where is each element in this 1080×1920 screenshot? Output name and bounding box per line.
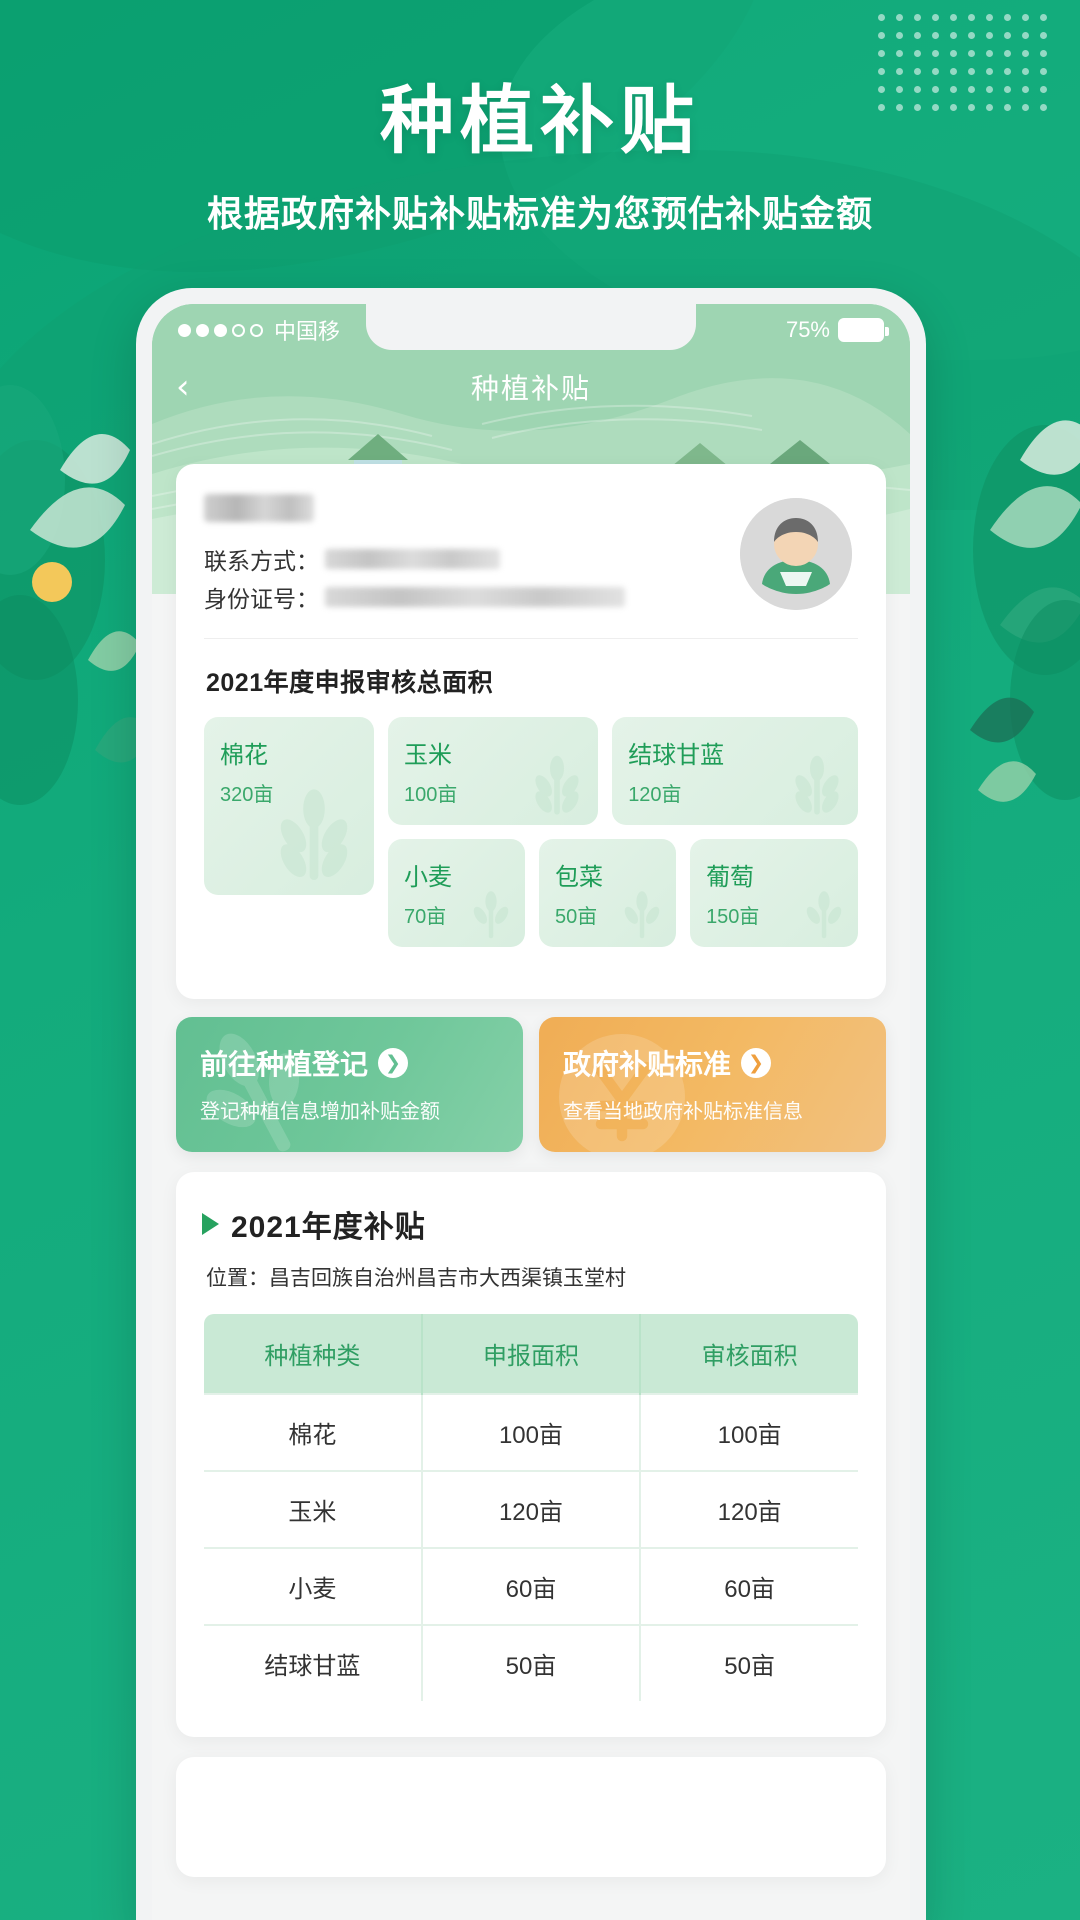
- location-value: 昌吉回族自治州昌吉市大西渠镇玉堂村: [269, 1267, 626, 1290]
- subsidy-section-card: 2021年度补贴 位置：昌吉回族自治州昌吉市大西渠镇玉堂村 种植种类 申报面积 …: [176, 1172, 886, 1737]
- hero-text-block: 种植补贴 根据政府补贴补贴标准为您预估补贴金额: [0, 78, 1080, 237]
- app-scroll-body[interactable]: 联系方式： 身份证号： 2021年度申报审核总面积 棉花 320亩 玉米 100…: [152, 464, 910, 1920]
- status-bar: 中国移 75%: [152, 304, 910, 356]
- leaf-watermark-icon: [206, 1033, 300, 1152]
- crop-name: 小麦: [404, 864, 452, 891]
- crop-tile-corn[interactable]: 玉米 100亩: [388, 717, 599, 825]
- cell-crop-type: 棉花: [204, 1393, 423, 1471]
- crop-area: 70亩: [404, 906, 447, 928]
- page-subtitle: 根据政府补贴补贴标准为您预估补贴金额: [206, 193, 873, 235]
- page-title: 种植补贴: [380, 79, 700, 162]
- column-header-declared-area: 申报面积: [421, 1314, 642, 1394]
- contact-label: 联系方式：: [204, 548, 319, 574]
- signal-dot-filled: [178, 323, 191, 337]
- carrier-label: 中国移: [274, 319, 341, 344]
- action-subtitle: 登记种植信息增加补贴金额: [200, 1101, 440, 1123]
- crop-row-top: 玉米 100亩 结球甘蓝 120亩: [388, 717, 858, 825]
- cell-crop-type: 小麦: [204, 1547, 423, 1625]
- crop-tile-cabbage[interactable]: 包菜 50亩: [539, 839, 677, 947]
- table-row: 小麦 60亩 60亩: [204, 1547, 858, 1625]
- cell-declared-area: 60亩: [421, 1547, 642, 1625]
- phone-screen: 中国移 75% ‹ 种植补贴 联系方式： 身份证号： 2021年度申报审核总面积…: [152, 304, 910, 1920]
- cell-declared-area: 120亩: [421, 1470, 642, 1548]
- cell-approved-area: 120亩: [640, 1470, 858, 1548]
- subsidy-header: 2021年度补贴: [202, 1202, 860, 1246]
- subsidy-year-title: 2021年度补贴: [231, 1211, 426, 1244]
- crop-tile-wheat[interactable]: 小麦 70亩: [388, 839, 526, 947]
- crop-tile-cotton[interactable]: 棉花 320亩: [204, 717, 374, 895]
- action-title: 政府补贴标准 ❯: [563, 1043, 862, 1083]
- play-triangle-icon: [202, 1213, 219, 1235]
- crop-name: 包菜: [555, 864, 604, 891]
- table-row: 棉花 100亩 100亩: [204, 1393, 858, 1471]
- crop-tile-cabbage-head[interactable]: 结球甘蓝 120亩: [612, 717, 858, 825]
- battery-percent-label: 75%: [785, 317, 830, 342]
- action-button-row: 前往种植登记 ❯ 登记种植信息增加补贴金额 政府补贴标准 ❯ 查看当地政府补贴标…: [176, 1017, 886, 1152]
- signal-dot-filled: [214, 323, 227, 337]
- crop-area: 320亩: [220, 784, 274, 806]
- subsidy-table: 种植种类 申报面积 审核面积 棉花 100亩 100亩 玉米 120亩 120亩…: [202, 1312, 860, 1703]
- cell-declared-area: 50亩: [421, 1624, 642, 1701]
- next-section-card: [176, 1757, 886, 1877]
- crop-area: 100亩: [404, 784, 458, 806]
- table-row: 玉米 120亩 120亩: [204, 1470, 858, 1548]
- areas-section-title: 2021年度申报审核总面积: [206, 669, 494, 697]
- action-subtitle: 查看当地政府补贴标准信息: [563, 1101, 803, 1123]
- crop-area: 50亩: [555, 906, 598, 928]
- crop-column-primary: 棉花 320亩: [204, 717, 374, 947]
- crop-name: 玉米: [404, 742, 452, 769]
- contact-value-redacted: [325, 549, 500, 569]
- status-bar-right: 75%: [785, 317, 889, 343]
- avatar[interactable]: [740, 498, 852, 610]
- cell-approved-area: 100亩: [640, 1393, 858, 1471]
- user-name-redacted: [204, 494, 314, 522]
- column-header-crop-type: 种植种类: [204, 1314, 423, 1394]
- arrow-right-circle-icon: ❯: [378, 1048, 409, 1078]
- subsidy-location: 位置：昌吉回族自治州昌吉市大西渠镇玉堂村: [206, 1262, 860, 1292]
- crop-tile-grid: 棉花 320亩 玉米 100亩 结球甘蓝 120亩 小麦 70亩 包菜 50亩 …: [204, 717, 858, 973]
- cell-crop-type: 玉米: [204, 1470, 423, 1548]
- user-info-card: 联系方式： 身份证号： 2021年度申报审核总面积 棉花 320亩 玉米 100…: [176, 464, 886, 999]
- crop-column-secondary: 玉米 100亩 结球甘蓝 120亩 小麦 70亩 包菜 50亩 葡萄 150亩: [388, 717, 858, 947]
- cell-declared-area: 100亩: [421, 1393, 642, 1471]
- cell-approved-area: 60亩: [640, 1547, 858, 1625]
- crop-tile-grape[interactable]: 葡萄 150亩: [690, 839, 858, 947]
- table-row: 结球甘蓝 50亩 50亩: [204, 1624, 858, 1701]
- cell-approved-area: 50亩: [640, 1624, 858, 1701]
- table-header-row: 种植种类 申报面积 审核面积: [204, 1314, 858, 1394]
- status-bar-left: 中国移: [178, 314, 340, 346]
- go-to-planting-registration-button[interactable]: 前往种植登记 ❯ 登记种植信息增加补贴金额: [176, 1017, 523, 1152]
- nav-bar: ‹ 种植补贴: [152, 356, 910, 418]
- yuan-coin-watermark-icon: [559, 1034, 685, 1152]
- phone-mockup: 中国移 75% ‹ 种植补贴 联系方式： 身份证号： 2021年度申报审核总面积…: [136, 288, 926, 1920]
- crop-area: 120亩: [628, 784, 682, 806]
- crop-name: 结球甘蓝: [628, 742, 725, 769]
- action-title-label: 前往种植登记: [200, 1049, 369, 1080]
- action-title: 前往种植登记 ❯: [200, 1043, 499, 1083]
- location-label: 位置：: [206, 1267, 269, 1290]
- action-title-label: 政府补贴标准: [563, 1049, 732, 1080]
- avatar-icon: [740, 498, 852, 610]
- id-value-redacted: [325, 587, 625, 607]
- nav-title: 种植补贴: [470, 373, 591, 404]
- crop-area: 150亩: [706, 906, 760, 928]
- signal-dot-filled: [196, 323, 209, 337]
- signal-dot-empty: [232, 323, 245, 337]
- crop-name: 棉花: [220, 742, 268, 769]
- battery-icon: [838, 318, 889, 342]
- cell-crop-type: 结球甘蓝: [204, 1624, 423, 1701]
- column-header-approved-area: 审核面积: [640, 1314, 858, 1394]
- id-label: 身份证号：: [204, 586, 319, 612]
- arrow-right-circle-icon: ❯: [741, 1048, 772, 1078]
- crop-row-bottom: 小麦 70亩 包菜 50亩 葡萄 150亩: [388, 839, 858, 947]
- signal-dot-empty: [250, 323, 263, 337]
- crop-name: 葡萄: [706, 864, 755, 891]
- government-subsidy-standard-button[interactable]: 政府补贴标准 ❯ 查看当地政府补贴标准信息: [539, 1017, 886, 1152]
